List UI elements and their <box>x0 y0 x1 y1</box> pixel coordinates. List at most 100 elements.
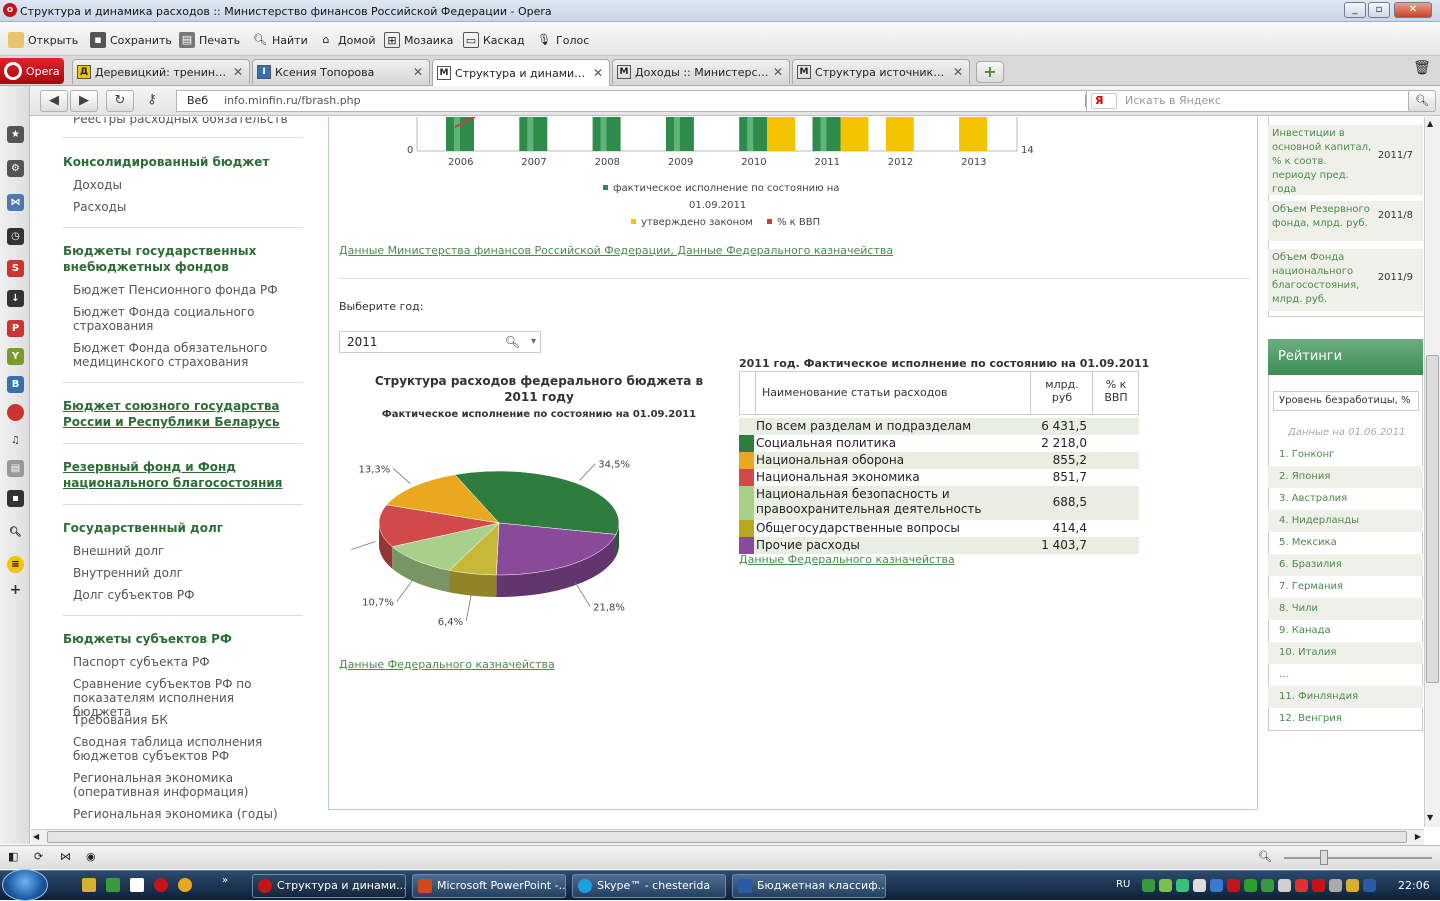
vertical-scrollbar[interactable]: ▲ ▼ <box>1424 117 1440 827</box>
quicklaunch-icon[interactable] <box>178 878 192 892</box>
search-panel-icon[interactable]: 🔍︎ <box>7 524 24 541</box>
nav-section-union[interactable]: Бюджет союзного государства России и Рес… <box>63 398 293 430</box>
tray-icon[interactable] <box>1176 879 1189 892</box>
panel-toggle-icon[interactable]: ◧ <box>8 850 18 863</box>
nav-item-regions-debt[interactable]: Долг субъектов РФ <box>73 588 293 602</box>
print-button[interactable]: ▤ Печать <box>179 31 240 49</box>
pie-source-link[interactable]: Данные Федерального казначейства <box>339 658 555 671</box>
unite-status-icon[interactable]: ⋈ <box>60 850 71 863</box>
tray-icon[interactable] <box>1227 879 1240 892</box>
close-tab-icon[interactable]: ✕ <box>593 66 603 80</box>
maximize-button[interactable]: ▫ <box>1368 2 1390 18</box>
nav-section-funds[interactable]: Бюджеты государственных внебюджетных фон… <box>63 243 293 275</box>
indicator-row[interactable]: Объем Резервного фонда, млрд. руб. 2011/8 <box>1268 201 1423 241</box>
nav-item-social[interactable]: Бюджет Фонда социального страхования <box>73 305 293 333</box>
widgets-icon[interactable]: ⚙ <box>7 160 24 177</box>
close-tab-icon[interactable]: ✕ <box>233 65 243 79</box>
quicklaunch-icon[interactable] <box>106 878 120 892</box>
more-chevron-icon[interactable]: » <box>222 875 228 886</box>
nav-section-reserve[interactable]: Резервный фонд и Фонд национального благ… <box>63 459 293 491</box>
notes-icon[interactable]: ▤ <box>7 460 24 477</box>
tray-icon[interactable] <box>1142 879 1155 892</box>
scroll-up-icon[interactable]: ▲ <box>1427 119 1433 128</box>
opera-quicklaunch-icon[interactable] <box>154 878 168 892</box>
scroll-thumb[interactable] <box>1426 355 1439 683</box>
close-window-button[interactable]: ✕ <box>1394 2 1432 18</box>
taskbar-opera[interactable]: Структура и динами... <box>252 874 406 898</box>
back-button[interactable]: ◀ <box>40 90 68 112</box>
rating-item[interactable]: 11. Финляндия <box>1268 686 1423 708</box>
tab-5[interactable]: М Структура источников... ✕ <box>792 59 970 84</box>
scroll-left-icon[interactable]: ◀ <box>33 832 39 841</box>
tray-icon[interactable] <box>1210 879 1223 892</box>
address-input[interactable]: Веб info.minfin.ru/fbrash.php <box>176 90 1106 112</box>
opera-menu-button[interactable]: Opera <box>0 58 64 84</box>
rating-item[interactable]: 12. Венгрия <box>1268 708 1423 730</box>
tray-icon[interactable] <box>1159 879 1172 892</box>
y-icon[interactable]: Y <box>7 348 24 365</box>
nav-section-consolidated[interactable]: Консолидированный бюджет <box>63 154 269 170</box>
nav-item-requirements[interactable]: Требования БК <box>73 713 293 727</box>
tray-icon[interactable] <box>1346 879 1359 892</box>
nav-item-internal-debt[interactable]: Внутренний долг <box>73 566 293 580</box>
clock[interactable]: 22:06 <box>1398 879 1430 892</box>
nav-item-expenses[interactable]: Расходы <box>73 200 293 214</box>
nav-section-regions[interactable]: Бюджеты субъектов РФ <box>63 631 232 647</box>
trash-icon[interactable]: 🗑︎ <box>1412 60 1432 82</box>
hscroll-thumb[interactable] <box>47 831 1407 843</box>
rating-item[interactable]: 2. Япония <box>1268 466 1423 488</box>
rating-item[interactable]: 1. Гонконг <box>1268 444 1423 466</box>
bookmarks-icon[interactable]: ★ <box>7 126 24 143</box>
nav-item-pension[interactable]: Бюджет Пенсионного фонда РФ <box>73 283 293 297</box>
table-source-link[interactable]: Данные Федерального казначейства <box>739 553 955 566</box>
scroll-down-icon[interactable]: ▼ <box>1427 813 1433 822</box>
rating-item[interactable]: 3. Австралия <box>1268 488 1423 510</box>
home-button[interactable]: ⌂ Домой <box>318 31 376 49</box>
save-button[interactable]: ▪ Сохранить <box>90 31 172 49</box>
tray-icon[interactable] <box>1363 879 1376 892</box>
nav-item-summary[interactable]: Сводная таблица исполнения бюджетов субъ… <box>73 735 293 763</box>
taskbar-skype[interactable]: Skype™ - chesterida <box>572 874 726 898</box>
close-tab-icon[interactable]: ✕ <box>413 65 423 79</box>
tray-icon[interactable] <box>1312 879 1325 892</box>
zoom-slider[interactable] <box>1284 857 1432 859</box>
nav-item-income[interactable]: Доходы <box>73 178 293 192</box>
music-icon[interactable]: ♫ <box>7 432 24 449</box>
add-panel-icon[interactable]: + <box>7 582 24 599</box>
rating-item[interactable]: 7. Германия <box>1268 576 1423 598</box>
rating-item[interactable]: 10. Италия <box>1268 642 1423 664</box>
taskbar-word[interactable]: Бюджетная классиф... <box>732 874 886 898</box>
downloads-icon[interactable]: ↓ <box>7 290 24 307</box>
rating-item[interactable]: 5. Мексика <box>1268 532 1423 554</box>
nav-item-medical[interactable]: Бюджет Фонда обязательного медицинского … <box>73 341 293 369</box>
close-tab-icon[interactable]: ✕ <box>953 65 963 79</box>
find-button[interactable]: 🔍︎ Найти <box>252 31 308 49</box>
key-icon[interactable]: ⚷ <box>138 90 166 112</box>
nav-section-debt[interactable]: Государственный долг <box>63 520 223 536</box>
tab-2[interactable]: I Ксения Топорова ✕ <box>252 59 430 84</box>
nav-item-registries[interactable]: Реестры расходных обязательств <box>73 117 293 126</box>
yandex-icon[interactable]: Я <box>1091 93 1117 109</box>
panel-icon[interactable]: ▪ <box>7 490 24 507</box>
new-tab-button[interactable]: + <box>976 61 1004 83</box>
rating-item[interactable]: ... <box>1268 664 1423 686</box>
forward-button[interactable]: ▶ <box>70 90 98 112</box>
search-go-button[interactable]: 🔍︎ <box>1408 90 1436 112</box>
turbo-icon[interactable]: ◉ <box>86 850 96 863</box>
sync-icon[interactable]: ⟳ <box>34 850 43 863</box>
tray-icon[interactable] <box>1295 879 1308 892</box>
year-select[interactable]: 2011 🔍︎ ▾ <box>339 331 541 353</box>
cascade-button[interactable]: ▭ Каскад <box>463 31 525 49</box>
reload-button[interactable]: ↻ <box>106 90 134 112</box>
close-tab-icon[interactable]: ✕ <box>773 65 783 79</box>
zoom-slider-thumb[interactable] <box>1320 850 1328 865</box>
language-indicator[interactable]: RU <box>1116 879 1130 890</box>
source-link-minfin[interactable]: Данные Министерства финансов Российской … <box>339 244 893 257</box>
sn-icon[interactable]: S <box>7 260 24 277</box>
tab-1[interactable]: Д Деревицкий: тренинги... ✕ <box>72 59 250 84</box>
tab-3-active[interactable]: М Структура и динамика ... ✕ <box>432 59 610 86</box>
flag-icon[interactable] <box>7 404 24 421</box>
beeline-icon[interactable]: ≡ <box>7 556 24 573</box>
search-input[interactable]: Я Искать в Яндекс <box>1086 90 1434 112</box>
nav-item-region-econ-years[interactable]: Региональная экономика (годы) <box>73 807 293 821</box>
